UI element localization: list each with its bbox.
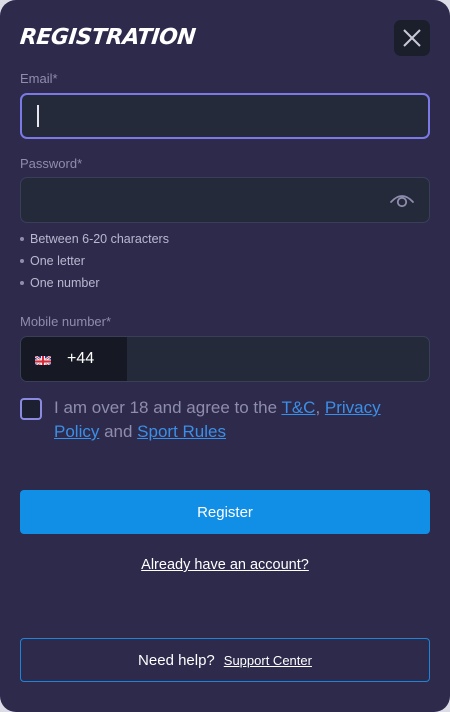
- bullet-icon: [20, 259, 24, 263]
- uk-flag-icon: [35, 354, 51, 365]
- register-button[interactable]: Register: [20, 490, 430, 534]
- login-link[interactable]: Already have an account?: [0, 557, 450, 573]
- email-field[interactable]: [22, 95, 428, 137]
- terms-checkbox[interactable]: [20, 398, 42, 420]
- close-icon: [403, 29, 421, 47]
- bullet-icon: [20, 237, 24, 241]
- terms-text: I am over 18 and agree to the T&C, Priva…: [54, 396, 424, 444]
- mobile-number-field[interactable]: [127, 337, 429, 381]
- terms-and: and: [99, 422, 138, 441]
- sport-rules-link[interactable]: Sport Rules: [137, 422, 226, 441]
- email-field-wrapper: [20, 93, 430, 139]
- terms-comma: ,: [315, 398, 325, 417]
- rule-text: One number: [30, 276, 100, 290]
- password-rule-length: Between 6-20 characters: [20, 232, 169, 246]
- country-code: +44: [67, 350, 95, 367]
- rule-text: One letter: [30, 254, 85, 268]
- password-rule-letter: One letter: [20, 254, 85, 268]
- bullet-icon: [20, 281, 24, 285]
- password-field[interactable]: [21, 178, 429, 222]
- password-rule-number: One number: [20, 276, 99, 290]
- terms-prefix: I am over 18 and agree to the: [54, 398, 282, 417]
- help-box: Need help? Support Center: [20, 638, 430, 682]
- mobile-field-wrapper: +44: [20, 336, 430, 382]
- mobile-label: Mobile number*: [20, 314, 112, 329]
- close-button[interactable]: [394, 20, 430, 56]
- text-caret: [37, 105, 39, 127]
- page-title: REGISTRATION: [18, 25, 197, 50]
- eye-icon: [390, 195, 414, 208]
- rule-text: Between 6-20 characters: [30, 232, 169, 246]
- help-text: Need help?: [138, 651, 215, 669]
- show-password-button[interactable]: [389, 190, 415, 210]
- email-label: Email*: [20, 71, 58, 86]
- registration-modal: REGISTRATION Email* Password* Between 6-…: [0, 0, 450, 712]
- password-label: Password*: [20, 156, 83, 171]
- tc-link[interactable]: T&C: [281, 398, 315, 417]
- support-center-link[interactable]: Support Center: [224, 653, 312, 668]
- password-field-wrapper: [20, 177, 430, 223]
- country-code-selector[interactable]: +44: [21, 337, 127, 381]
